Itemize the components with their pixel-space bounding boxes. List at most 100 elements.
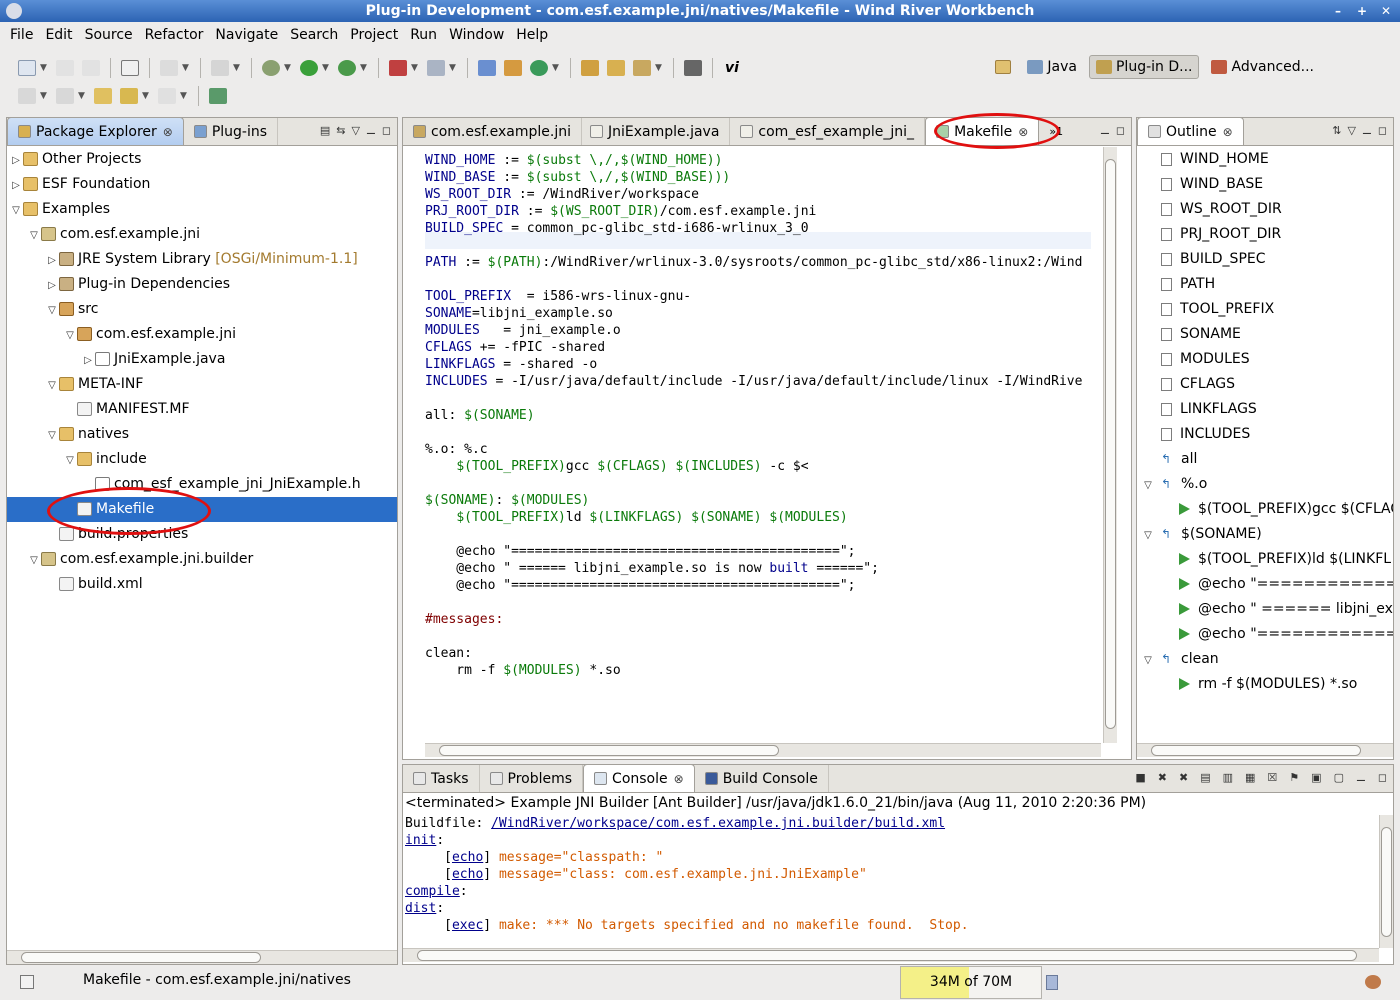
back-dropdown-icon[interactable]: ▼	[142, 91, 150, 101]
minimize-view-icon[interactable]: ⚊	[1356, 771, 1366, 784]
outline-item[interactable]: WIND_BASE	[1161, 172, 1263, 197]
new-class-dropdown-icon[interactable]: ▼	[552, 63, 560, 73]
horizontal-scrollbar[interactable]	[7, 950, 397, 964]
previous-annotation-dropdown-icon[interactable]: ▼	[78, 91, 86, 101]
perspective-plugin[interactable]: Plug-in D...	[1088, 55, 1200, 79]
expand-icon[interactable]: ▷	[45, 248, 59, 273]
close-icon[interactable]: ✕	[1376, 2, 1396, 20]
outline-item[interactable]: PRJ_ROOT_DIR	[1161, 222, 1281, 247]
expand-icon[interactable]: ▷	[9, 173, 23, 198]
maximize-icon[interactable]: +	[1352, 2, 1372, 20]
bug-icon[interactable]	[389, 60, 407, 76]
new-icon[interactable]	[18, 60, 36, 76]
new-class-icon[interactable]	[530, 60, 548, 76]
tree-item[interactable]: ▷ Plug-in Dependencies	[45, 272, 230, 297]
fast-view-icon[interactable]	[20, 975, 34, 989]
scroll-thumb[interactable]	[21, 952, 261, 963]
horizontal-scrollbar[interactable]	[403, 948, 1379, 962]
tree-item[interactable]: ▽ META-INF	[45, 372, 143, 397]
remove-launch-icon[interactable]: ✖	[1158, 771, 1167, 784]
show-output-icon[interactable]: ▦	[1245, 771, 1255, 784]
next-annotation-icon[interactable]	[18, 88, 36, 104]
last-edit-icon[interactable]	[94, 88, 112, 104]
open-console-icon[interactable]: ▢	[1334, 771, 1344, 784]
tree-item[interactable]: ▽ include	[63, 447, 147, 472]
forward-dropdown-icon[interactable]: ▼	[180, 91, 188, 101]
collapse-icon[interactable]: ▽	[27, 223, 41, 248]
garbage-collect-icon[interactable]	[1046, 975, 1058, 990]
bug-dropdown-icon[interactable]: ▼	[411, 63, 419, 73]
scroll-lock-icon[interactable]: ▤	[1200, 771, 1210, 784]
console-output[interactable]: Buildfile: /WindRiver/workspace/com.esf.…	[405, 815, 969, 934]
vertical-scrollbar[interactable]	[1379, 815, 1393, 948]
expand-icon[interactable]: ▷	[81, 348, 95, 373]
next-annotation-dropdown-icon[interactable]: ▼	[40, 91, 48, 101]
analysis-icon[interactable]	[427, 60, 445, 76]
menu-source[interactable]: Source	[79, 27, 139, 43]
menu-search[interactable]: Search	[284, 27, 344, 43]
collapse-icon[interactable]: ▽	[45, 373, 59, 398]
close-icon[interactable]: ⊗	[674, 772, 684, 786]
open-task-icon[interactable]	[607, 60, 625, 76]
new-package-icon[interactable]	[504, 60, 522, 76]
tree-item[interactable]: ▽ com.esf.example.jni	[27, 222, 200, 247]
remove-all-icon[interactable]: ✖	[1179, 771, 1188, 784]
pin-console-icon[interactable]: ⚑	[1289, 771, 1299, 784]
run-dropdown-icon[interactable]: ▼	[322, 63, 330, 73]
maximize-view-icon[interactable]: ◻	[1378, 124, 1387, 137]
run-icon[interactable]	[300, 60, 318, 76]
tree-item[interactable]: ▷ ESF Foundation	[9, 172, 150, 197]
tree-item[interactable]: ▷ JniExample.java	[81, 347, 225, 372]
tree-item[interactable]: ▽ com.esf.example.jni	[63, 322, 236, 347]
horizontal-scrollbar[interactable]	[1137, 743, 1393, 757]
scroll-thumb[interactable]	[1381, 827, 1392, 937]
outline-item[interactable]: ▽ ↰ clean	[1141, 647, 1219, 672]
tree-item[interactable]: ▽ natives	[45, 422, 129, 447]
tree-item[interactable]: build.xml	[45, 572, 143, 597]
tab-jniexample[interactable]: JniExample.java	[582, 118, 731, 145]
outline-item[interactable]: $(TOOL_PREFIX)gcc $(CFLAG	[1179, 497, 1393, 522]
back-icon[interactable]	[120, 88, 138, 104]
tab-build-console[interactable]: Build Console	[695, 765, 829, 792]
outline-item[interactable]: SONAME	[1161, 322, 1241, 347]
outline-item[interactable]: WS_ROOT_DIR	[1161, 197, 1282, 222]
menu-help[interactable]: Help	[510, 27, 554, 43]
save-icon[interactable]	[56, 60, 74, 76]
search-icon[interactable]	[633, 60, 651, 76]
link-editor-icon[interactable]: ⇆	[336, 124, 345, 137]
collapse-icon[interactable]: ▽	[27, 548, 41, 573]
outline-item[interactable]: MODULES	[1161, 347, 1250, 372]
collapse-icon[interactable]: ▽	[9, 198, 23, 223]
scroll-thumb[interactable]	[1151, 745, 1361, 756]
outline-item[interactable]: ▽ ↰ $(SONAME)	[1141, 522, 1262, 547]
outline-item[interactable]: @echo "==================	[1179, 572, 1393, 597]
tab-manifest[interactable]: com.esf.example.jni	[403, 118, 582, 145]
tab-header[interactable]: com_esf_example_jni_	[730, 118, 926, 145]
tree-item[interactable]: ▽ Examples	[9, 197, 110, 222]
collapse-icon[interactable]: ▽	[1141, 523, 1155, 548]
forward-icon[interactable]	[158, 88, 176, 104]
collapse-icon[interactable]: ▽	[1141, 473, 1155, 498]
tab-plugins[interactable]: Plug-ins	[184, 118, 279, 145]
tree-item[interactable]: MANIFEST.MF	[63, 397, 190, 422]
expand-icon[interactable]: ▷	[45, 273, 59, 298]
menu-run[interactable]: Run	[404, 27, 443, 43]
tree-item[interactable]: ▽ src	[45, 297, 98, 322]
vertical-scrollbar[interactable]	[1103, 147, 1117, 743]
outline-item[interactable]: BUILD_SPEC	[1161, 247, 1266, 272]
tree-item[interactable]: ▷ JRE System Library [OSGi/Minimum-1.1]	[45, 247, 358, 272]
collapse-all-icon[interactable]: ▤	[320, 124, 330, 137]
terminate-icon[interactable]: ■	[1135, 771, 1145, 784]
expand-icon[interactable]: ▷	[9, 148, 23, 173]
maximize-view-icon[interactable]: ◻	[1116, 124, 1125, 137]
outline-item[interactable]: INCLUDES	[1161, 422, 1250, 447]
search-dropdown-icon[interactable]: ▼	[655, 63, 663, 73]
open-perspective-icon[interactable]	[995, 60, 1012, 74]
menu-project[interactable]: Project	[344, 27, 404, 43]
minimize-view-icon[interactable]: ⚊	[1100, 124, 1110, 137]
word-wrap-icon[interactable]: ▥	[1223, 771, 1233, 784]
minimize-view-icon[interactable]: ⚊	[1362, 124, 1372, 137]
tab-problems[interactable]: Problems	[480, 765, 584, 792]
perspective-advanced[interactable]: Advanced...	[1205, 56, 1320, 78]
new-project-icon[interactable]	[478, 60, 496, 76]
